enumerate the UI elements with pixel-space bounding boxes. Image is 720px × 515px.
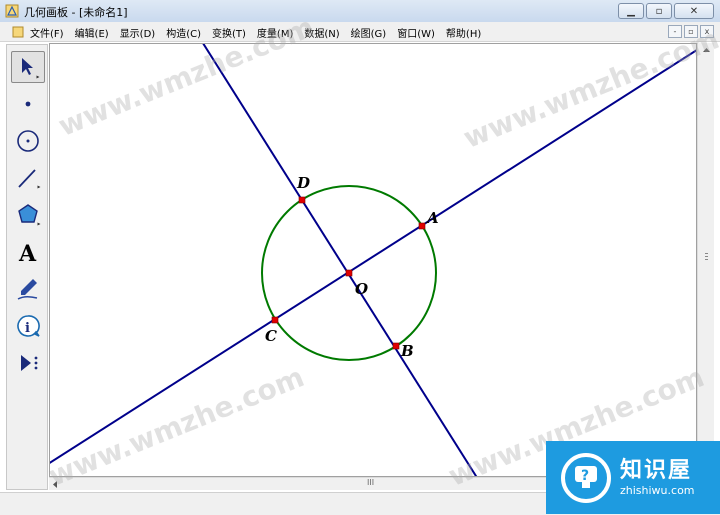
brand-domain: zhishiwu.com xyxy=(620,483,695,497)
menu-window[interactable]: 窗口(W) xyxy=(397,25,435,40)
label-o: O xyxy=(355,280,368,298)
minimize-button[interactable]: ▁ xyxy=(618,3,644,19)
information-tool[interactable]: i xyxy=(11,310,45,342)
point-c[interactable] xyxy=(271,316,279,324)
point-tool[interactable] xyxy=(11,88,45,120)
label-b: B xyxy=(400,342,414,360)
line-ac[interactable] xyxy=(50,48,697,464)
point-a[interactable] xyxy=(418,222,426,230)
point-b[interactable] xyxy=(392,342,400,350)
doc-restore-button[interactable]: ▫ xyxy=(684,25,698,38)
menu-edit[interactable]: 编辑(E) xyxy=(75,25,109,40)
arrow-select-tool[interactable] xyxy=(11,51,45,83)
line-segment-icon xyxy=(18,169,41,189)
point-icon xyxy=(25,101,31,107)
toolbox: A i xyxy=(6,44,48,490)
svg-text:A: A xyxy=(18,241,37,265)
text-tool[interactable]: A xyxy=(11,236,45,268)
menu-display[interactable]: 显示(D) xyxy=(120,25,156,40)
scrollbar-arrows xyxy=(703,48,710,472)
app-icon xyxy=(5,4,19,18)
maximize-button[interactable]: ▫ xyxy=(646,3,672,19)
menu-transform[interactable]: 变换(T) xyxy=(212,25,246,40)
text-a-icon: A xyxy=(18,241,37,265)
line-bd[interactable] xyxy=(201,44,481,477)
close-button[interactable]: ✕ xyxy=(674,3,714,19)
geometry-figure: A B C D O xyxy=(50,44,697,477)
info-icon: i xyxy=(17,315,40,337)
scroll-left-icon[interactable] xyxy=(53,481,57,488)
menu-measure[interactable]: 度量(M) xyxy=(257,25,293,40)
label-a: A xyxy=(425,209,439,227)
scroll-grip: III xyxy=(367,478,375,487)
svg-text:i: i xyxy=(25,321,30,336)
restore-icon: ▫ xyxy=(655,5,663,17)
minimize-icon: ▁ xyxy=(627,5,635,17)
arrow-icon xyxy=(22,58,40,79)
menu-help[interactable]: 帮助(H) xyxy=(446,25,481,40)
sketch-canvas[interactable]: A B C D O xyxy=(49,43,697,477)
title-bar: 几何画板 - [未命名1] ▁ ▫ ✕ xyxy=(0,0,720,23)
doc-close-button[interactable]: x xyxy=(700,25,714,38)
svg-text:?: ? xyxy=(581,468,589,484)
pen-icon xyxy=(17,279,38,300)
play-icon xyxy=(21,355,38,371)
polygon-tool[interactable] xyxy=(11,199,45,231)
vertical-scrollbar[interactable] xyxy=(697,43,714,477)
point-o[interactable] xyxy=(345,269,353,277)
document-icon[interactable] xyxy=(12,26,24,38)
menu-file[interactable]: 文件(F) xyxy=(30,25,64,40)
label-c: C xyxy=(265,327,277,345)
point-d[interactable] xyxy=(298,196,306,204)
window-title: 几何画板 - [未命名1] xyxy=(24,6,128,19)
menu-construct[interactable]: 构造(C) xyxy=(166,25,201,40)
compass-tool[interactable] xyxy=(11,125,45,157)
menu-bar: 文件(F) 编辑(E) 显示(D) 构造(C) 变换(T) 度量(M) 数据(N… xyxy=(0,22,720,42)
scroll-up-icon[interactable] xyxy=(703,48,710,52)
polygon-icon xyxy=(18,204,41,226)
question-bubble-icon: ? xyxy=(561,452,611,503)
marker-tool[interactable] xyxy=(11,273,45,305)
close-icon: ✕ xyxy=(689,5,699,17)
label-d: D xyxy=(296,174,310,192)
doc-minimize-button[interactable]: - xyxy=(668,25,682,38)
circle-icon xyxy=(17,130,39,152)
brand-badge: ? 知识屋 zhishiwu.com xyxy=(546,441,720,514)
menu-graph[interactable]: 绘图(G) xyxy=(351,25,387,40)
brand-name: 知识屋 xyxy=(620,457,693,483)
menu-data[interactable]: 数据(N) xyxy=(304,25,339,40)
straightedge-tool[interactable] xyxy=(11,162,45,194)
custom-tool[interactable] xyxy=(11,347,45,379)
